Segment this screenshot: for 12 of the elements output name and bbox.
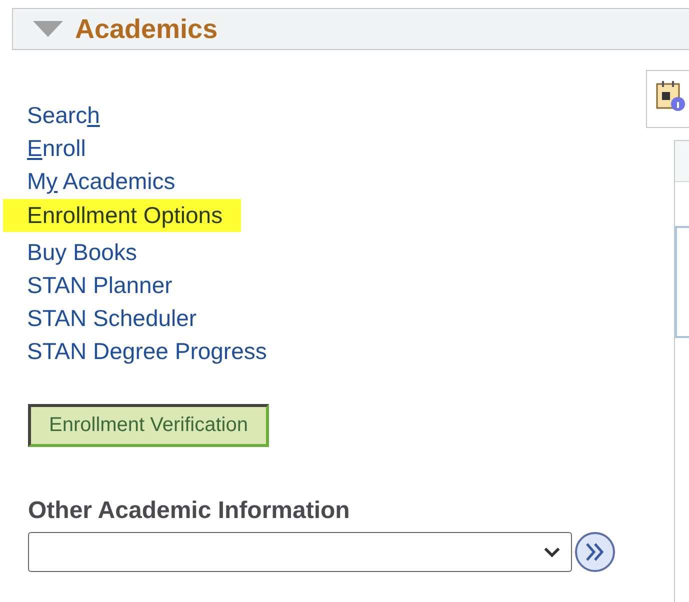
- menu-link[interactable]: STAN Degree Progress: [3, 335, 291, 368]
- section-title: Academics: [75, 14, 218, 44]
- menu-link[interactable]: Enroll: [3, 132, 110, 165]
- menu-link[interactable]: Enrollment Options: [3, 199, 241, 232]
- menu-link[interactable]: Buy Books: [3, 236, 161, 269]
- section-header[interactable]: Academics: [12, 8, 689, 50]
- menu-link[interactable]: STAN Scheduler: [3, 302, 221, 335]
- enrollment-verification-button[interactable]: Enrollment Verification: [28, 404, 269, 447]
- menu-link[interactable]: STAN Planner: [3, 269, 196, 302]
- menu-link[interactable]: Search: [3, 99, 124, 132]
- menu-link[interactable]: My Academics: [3, 165, 200, 198]
- field-label: Other Academic Information: [28, 497, 351, 525]
